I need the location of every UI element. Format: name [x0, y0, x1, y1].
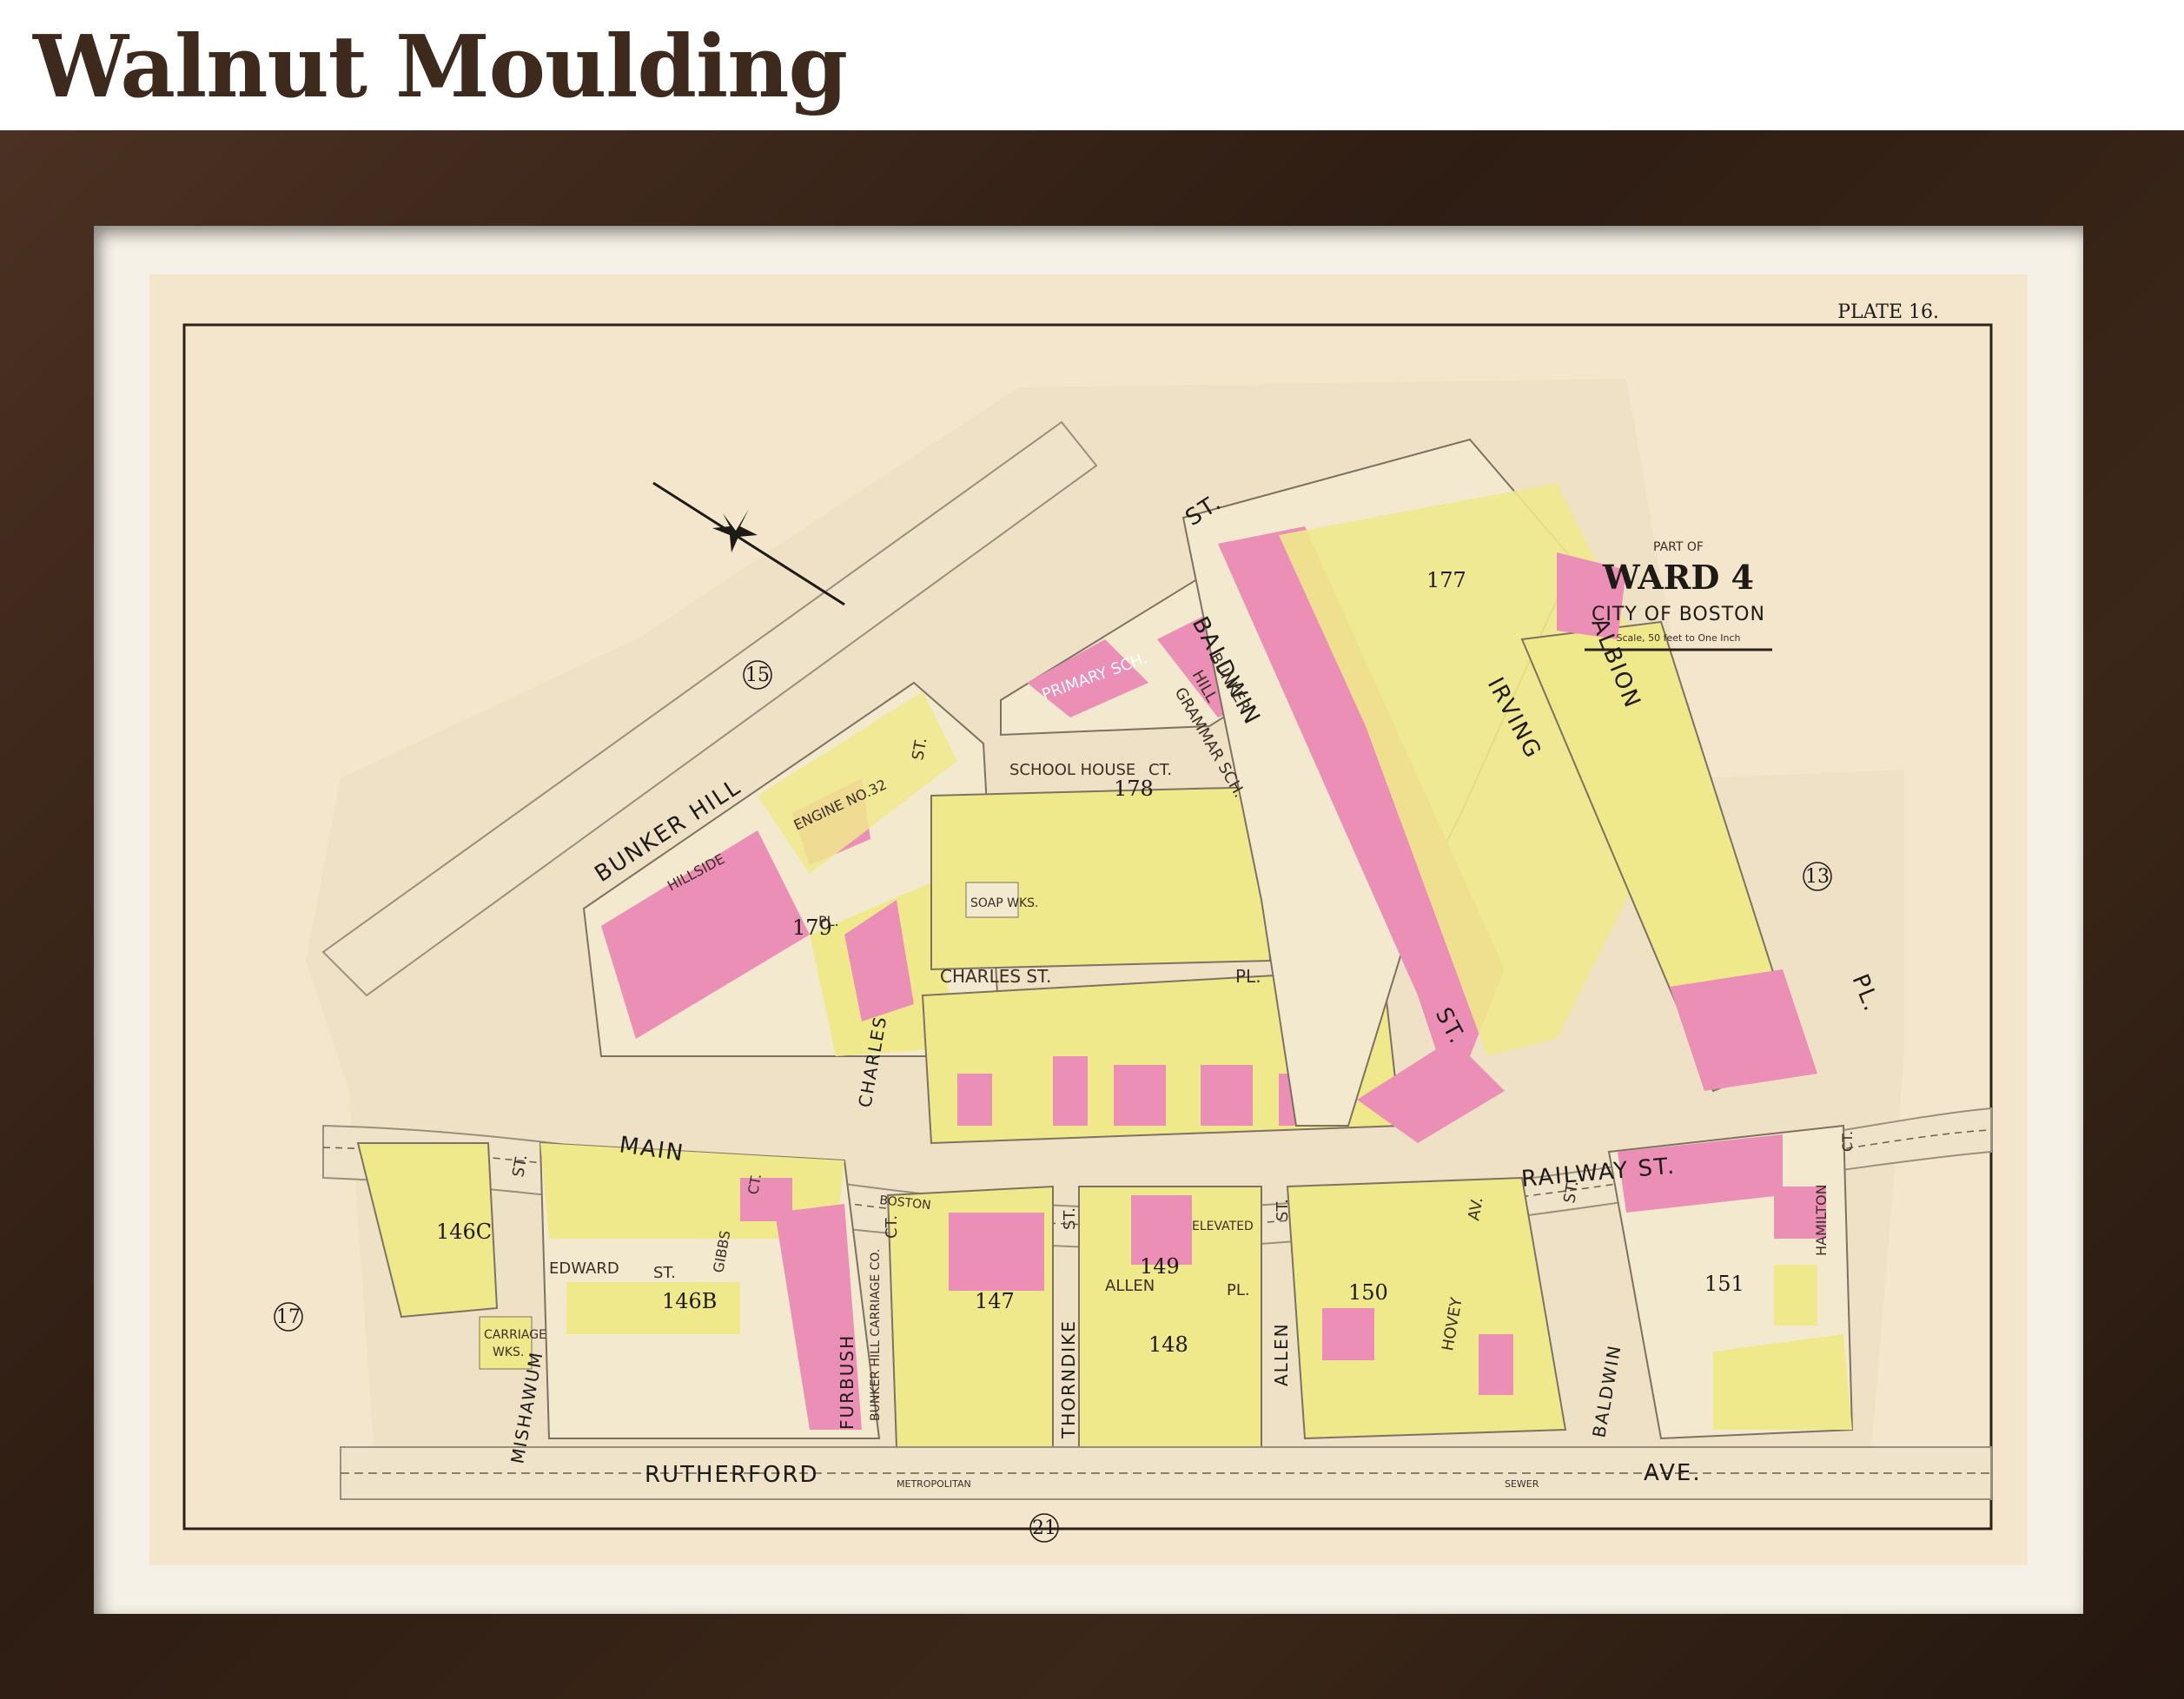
- street-label-sewer: SEWER: [1505, 1478, 1539, 1490]
- brick-parcel: [1479, 1334, 1513, 1395]
- street-label-charles-pl: PL.: [1235, 966, 1261, 987]
- street-label-hamilton-ct: CT.: [1839, 1131, 1856, 1152]
- street-label-charles-st-pl: CHARLES ST.: [940, 966, 1051, 987]
- ward-map: PLATE 16. PART OF WARD 4 CITY OF BOSTON …: [149, 274, 2028, 1565]
- block-number: 149: [1140, 1254, 1180, 1279]
- street-label-charles-st: ST.: [909, 737, 930, 762]
- page-title: Walnut Moulding: [33, 17, 848, 117]
- street-label-furbush-ct: CT.: [883, 1215, 901, 1239]
- plate-ref: 17: [276, 1306, 301, 1328]
- block-number: 177: [1426, 568, 1466, 592]
- plate-label: PLATE 16.: [1837, 301, 1939, 323]
- street-label-mishawum-st: ST.: [509, 1154, 531, 1179]
- street-label-metropolitan: METROPOLITAN: [897, 1478, 971, 1490]
- block-number: 146C: [436, 1220, 492, 1244]
- landmark-soap-works: SOAP WKS.: [970, 896, 1039, 910]
- block-number: 146B: [662, 1289, 717, 1313]
- block-number: 150: [1348, 1280, 1388, 1305]
- plate-ref: 13: [1805, 866, 1830, 888]
- brick-parcel: [1201, 1065, 1253, 1126]
- landmark-carriage-co: BUNKER HILL CARRIAGE CO.: [869, 1249, 883, 1421]
- brick-parcel: [1322, 1308, 1374, 1360]
- street-label-allen-pl-end: PL.: [1227, 1281, 1250, 1299]
- landmark-carriage-wks: WKS.: [493, 1345, 524, 1359]
- brick-parcel: [957, 1074, 992, 1126]
- street-label-hillside-pl: PL.: [818, 913, 839, 929]
- title-ward: WARD 4: [1602, 558, 1754, 597]
- street-label-thorndike-st: ST.: [1061, 1207, 1079, 1230]
- mat-board: PLATE 16. PART OF WARD 4 CITY OF BOSTON …: [94, 226, 2083, 1614]
- street-label-allen-pl: ALLEN: [1105, 1277, 1155, 1295]
- landmark-carriage: CARRIAGE: [484, 1328, 546, 1342]
- plate-ref: 15: [745, 664, 770, 686]
- brick-parcel: [949, 1213, 1044, 1291]
- street-label-thorndike: THORNDIKE: [1058, 1319, 1079, 1439]
- street-label-school-house-ct: CT.: [1148, 761, 1172, 779]
- street-label-school-house: SCHOOL HOUSE: [1009, 761, 1135, 779]
- plate-ref: 21: [1032, 1517, 1056, 1539]
- block-number: 178: [1114, 777, 1154, 801]
- walnut-frame: PLATE 16. PART OF WARD 4 CITY OF BOSTON …: [0, 130, 2184, 1699]
- map-drawing: PLATE 16. PART OF WARD 4 CITY OF BOSTON …: [182, 301, 1993, 1543]
- street-label-elevated: ELEVATED: [1192, 1220, 1254, 1233]
- brick-parcel: [1053, 1056, 1088, 1126]
- street-label-rutherford: RUTHERFORD: [645, 1462, 819, 1488]
- wood-parcel: [1774, 1265, 1817, 1325]
- title-part-of: PART OF: [1653, 540, 1704, 554]
- street-label-edward: EDWARD: [549, 1259, 619, 1278]
- street-label-allen-st: ALLEN: [1271, 1322, 1292, 1386]
- street-label-baldwin-bottom-st: ST.: [1560, 1180, 1582, 1205]
- street-label-edward-st: ST.: [653, 1264, 676, 1282]
- brick-parcel: [1114, 1065, 1166, 1126]
- block-number: 148: [1148, 1332, 1188, 1357]
- block-number: 147: [975, 1289, 1015, 1313]
- block-number: 151: [1704, 1272, 1744, 1296]
- street-label-hamilton: HAMILTON: [1813, 1184, 1830, 1256]
- street-label-furbush: FURBUSH: [837, 1334, 857, 1430]
- street-label-allen-st-end: ST.: [1274, 1199, 1292, 1221]
- block-178: [930, 785, 1272, 971]
- title-city: CITY OF BOSTON: [1592, 604, 1765, 625]
- street-label-rutherford-ave: AVE.: [1644, 1460, 1702, 1486]
- title-scale: Scale, 50 feet to One Inch: [1617, 632, 1741, 644]
